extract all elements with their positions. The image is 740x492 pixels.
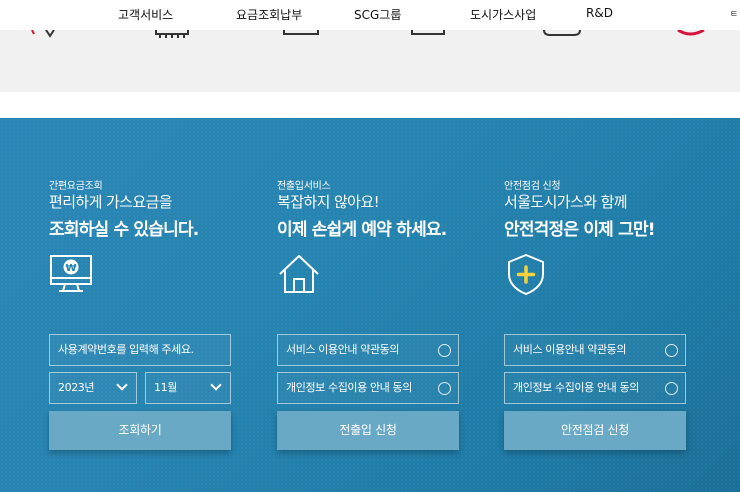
privacy-agreement-label: 개인정보 수집이용 안내 동의 xyxy=(513,381,639,394)
nav-overflow-label: ㅌ xyxy=(729,10,738,20)
radio-circle-icon[interactable] xyxy=(438,344,451,357)
safety-request-button[interactable]: 안전점검 신청 xyxy=(504,411,686,450)
column-heading-line2: 이제 손쉽게 예약 하세요. xyxy=(277,220,447,240)
top-navigation: 고객서비스 요금조회납부 SCG그룹 도시가스사업 R&D ㅌ xyxy=(0,0,740,30)
radio-circle-icon[interactable] xyxy=(438,382,451,395)
year-select[interactable]: 2023년 xyxy=(49,372,137,404)
column-heading-line1: 서울도시가스와 함께 xyxy=(504,193,628,211)
section-divider xyxy=(0,92,740,118)
column-heading-line2: 조회하실 수 있습니다. xyxy=(49,220,199,240)
radio-circle-icon[interactable] xyxy=(665,344,678,357)
service-panel: 간편요금조회 편리하게 가스요금을 조회하실 수 있습니다. ₩ 사용계약번호를… xyxy=(0,118,740,492)
radio-circle-icon[interactable] xyxy=(665,382,678,395)
monitor-won-icon: ₩ xyxy=(50,255,92,292)
quick-menu-icon-fragment[interactable] xyxy=(410,30,450,40)
quick-menu-icon-fragment[interactable] xyxy=(152,30,192,40)
nav-city-gas-business[interactable]: 도시가스사업 xyxy=(470,6,536,23)
year-select-value: 2023년 xyxy=(58,381,95,394)
quick-menu-icon-fragment[interactable] xyxy=(676,30,716,40)
privacy-agreement-checkbox[interactable]: 개인정보 수집이용 안내 동의 xyxy=(277,372,459,404)
quick-menu-icon-fragment[interactable] xyxy=(542,30,582,40)
terms-agreement-checkbox[interactable]: 서비스 이용안내 약관동의 xyxy=(277,334,459,366)
quick-menu-strip xyxy=(0,30,740,92)
column-label: 전출입서비스 xyxy=(277,181,331,192)
terms-agreement-checkbox[interactable]: 서비스 이용안내 약관동의 xyxy=(504,334,686,366)
column-label: 간편요금조회 xyxy=(49,181,103,192)
privacy-agreement-label: 개인정보 수집이용 안내 동의 xyxy=(286,381,412,394)
column-heading-line2: 안전걱정은 이제 그만! xyxy=(504,220,656,240)
nav-bill-inquiry[interactable]: 요금조회납부 xyxy=(236,6,302,23)
house-icon xyxy=(279,255,319,293)
column-heading-line1: 복잡하지 않아요! xyxy=(277,193,380,211)
nav-customer-service[interactable]: 고객서비스 xyxy=(118,6,173,23)
nav-scg-group[interactable]: SCG그룹 xyxy=(354,6,401,23)
quick-menu-icon-fragment[interactable] xyxy=(282,30,322,40)
shield-plus-icon xyxy=(508,254,544,295)
chevron-down-icon xyxy=(210,379,222,391)
move-request-button[interactable]: 전출입 신청 xyxy=(277,411,459,450)
svg-text:₩: ₩ xyxy=(65,263,76,274)
contract-number-input[interactable]: 사용계약번호를 입력해 주세요. xyxy=(49,334,231,366)
chevron-down-icon xyxy=(116,379,128,391)
terms-agreement-label: 서비스 이용안내 약관동의 xyxy=(513,343,627,356)
privacy-agreement-checkbox[interactable]: 개인정보 수집이용 안내 동의 xyxy=(504,372,686,404)
month-select-value: 11월 xyxy=(154,381,177,394)
terms-agreement-label: 서비스 이용안내 약관동의 xyxy=(286,343,400,356)
column-heading-line1: 편리하게 가스요금을 xyxy=(49,193,173,211)
month-select[interactable]: 11월 xyxy=(145,372,231,404)
nav-rnd[interactable]: R&D xyxy=(586,6,613,20)
column-label: 안전점검 신청 xyxy=(504,181,561,192)
quick-menu-icon-fragment[interactable] xyxy=(26,30,66,40)
inquiry-button[interactable]: 조회하기 xyxy=(49,411,231,450)
